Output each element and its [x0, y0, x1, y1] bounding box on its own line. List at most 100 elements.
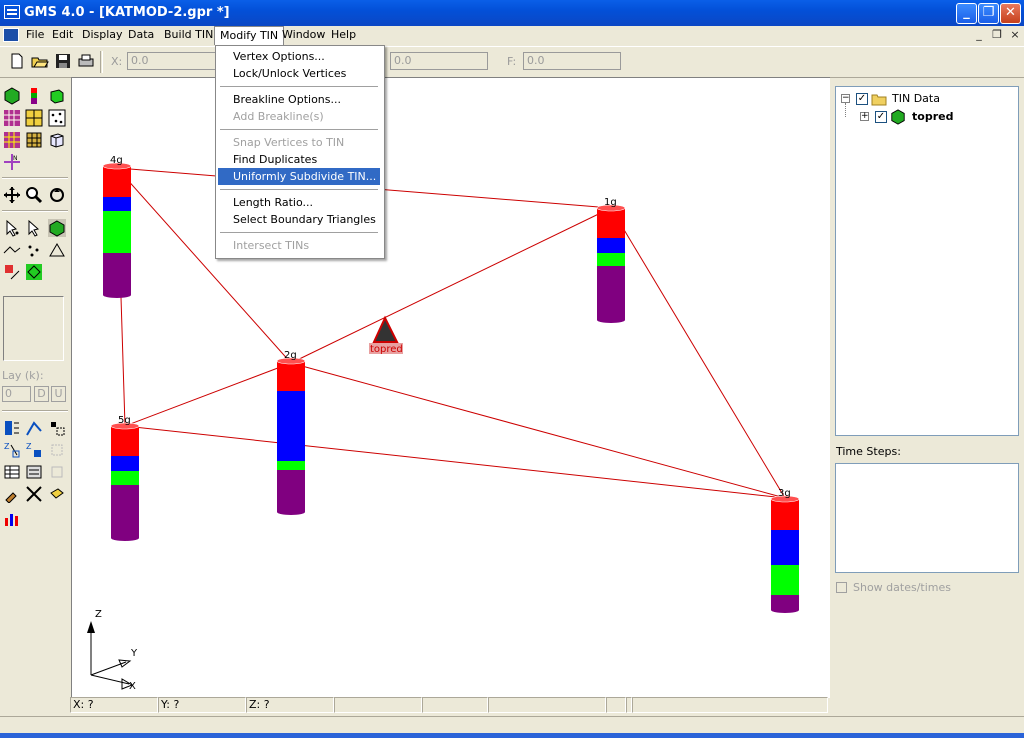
mdi-close-button[interactable]: ×	[1008, 29, 1022, 42]
map-module-icon[interactable]: N	[3, 153, 21, 171]
grid-3d-icon[interactable]	[25, 131, 43, 149]
menu-item-find-duplicates[interactable]: Find Duplicates	[218, 151, 380, 168]
create-triangle-icon[interactable]	[48, 241, 66, 259]
tin-view[interactable]: 4g 1g 2g 5g 3g topred Z Y X	[72, 78, 830, 698]
menu-help[interactable]: Help	[326, 26, 361, 44]
expand-icon[interactable]	[25, 485, 43, 503]
menu-item-length-ratio[interactable]: Length Ratio...	[218, 194, 380, 211]
app-icon[interactable]	[4, 5, 20, 19]
tree-checkbox-topred[interactable]: ✓	[875, 111, 887, 123]
select-vertices-icon[interactable]	[3, 219, 21, 237]
select-tin-icon[interactable]	[48, 219, 66, 237]
project-explorer[interactable]: − ✓ TIN Data + ✓ topred	[835, 86, 1019, 436]
z-coord-field[interactable]: 0.0	[390, 52, 488, 70]
borehole-tool-icon[interactable]	[3, 419, 21, 437]
menu-item-breakline-options[interactable]: Breakline Options...	[218, 91, 380, 108]
tin-module-icon[interactable]	[3, 87, 21, 105]
restore-button[interactable]: ❐	[978, 3, 999, 24]
tree-expander-root[interactable]: −	[841, 94, 850, 103]
status-field-6	[488, 697, 606, 713]
f-coord-field[interactable]: 0.0	[523, 52, 621, 70]
menu-item-select-boundary-triangles[interactable]: Select Boundary Triangles	[218, 211, 380, 228]
select-triangles-icon[interactable]	[25, 219, 43, 237]
window-title: GMS 4.0 - [KATMOD-2.gpr *]	[24, 5, 230, 20]
tree-checkbox-root[interactable]: ✓	[856, 93, 868, 105]
spreadsheet-icon[interactable]	[3, 463, 21, 481]
menu-item-vertex-options[interactable]: Vertex Options...	[218, 48, 380, 65]
layer-field[interactable]: 0	[2, 386, 31, 402]
menu-item-intersect-tins[interactable]: Intersect TINs	[218, 237, 380, 254]
cross-section-icon[interactable]	[25, 419, 43, 437]
status-z: Z: ?	[246, 697, 334, 713]
borehole-2g[interactable]: 2g	[276, 350, 306, 515]
menu-modify-tin[interactable]: Modify TIN	[214, 26, 285, 45]
brush-icon[interactable]	[3, 485, 21, 503]
properties-icon[interactable]	[25, 463, 43, 481]
sort-z-alt-icon[interactable]: Z	[25, 441, 43, 459]
grid-module-icon[interactable]	[25, 109, 43, 127]
save-icon[interactable]	[54, 52, 72, 70]
x-coord-field[interactable]: 0.0	[127, 52, 217, 70]
mdi-restore-button[interactable]: ❐	[990, 29, 1004, 42]
create-breakline-icon[interactable]	[3, 241, 21, 259]
graphics-window[interactable]: 4g 1g 2g 5g 3g topred Z Y X	[71, 77, 830, 698]
borehole-3g[interactable]: 3g	[770, 488, 800, 613]
menu-bar: File Edit Display Data Build TIN Modify …	[0, 26, 1024, 46]
new-file-icon[interactable]	[8, 52, 26, 70]
mesh-module-icon[interactable]	[3, 109, 21, 127]
tin-item-icon	[891, 109, 905, 125]
print-icon[interactable]	[77, 52, 95, 70]
tree-expander-topred[interactable]: +	[860, 112, 869, 121]
tree-item-tin-data[interactable]: TIN Data	[892, 92, 940, 105]
borehole-label-4g: 4g	[110, 155, 123, 166]
cube-icon[interactable]	[48, 131, 66, 149]
menu-build-tin[interactable]: Build TIN	[159, 26, 218, 44]
borehole-module-icon[interactable]	[25, 87, 43, 105]
close-button[interactable]: ✕	[1000, 3, 1021, 24]
rotate-icon[interactable]	[48, 186, 66, 204]
create-vertex-icon[interactable]	[25, 241, 43, 259]
axis-triad: Z Y X	[87, 609, 138, 692]
layer-down-button[interactable]: D	[34, 386, 49, 402]
tin-icon[interactable]: topred	[369, 315, 403, 355]
plot-icon[interactable]	[3, 510, 21, 528]
layer-up-button[interactable]: U	[51, 386, 66, 402]
borehole-1g[interactable]: 1g	[596, 197, 626, 323]
scatter-module-icon[interactable]	[48, 109, 66, 127]
contour-icon[interactable]	[3, 263, 21, 281]
tool-palette: N Lay (k): 0 D U Z Z	[0, 78, 70, 698]
fill-icon[interactable]	[48, 485, 66, 503]
status-bar: X: ? Y: ? Z: ?	[70, 697, 830, 713]
menu-display[interactable]: Display	[77, 26, 128, 44]
document-icon[interactable]	[3, 28, 19, 42]
select-contacts-icon[interactable]	[48, 419, 66, 437]
time-steps-list[interactable]	[835, 463, 1019, 573]
menu-item-add-breaklines[interactable]: Add Breakline(s)	[218, 108, 380, 125]
borehole-5g[interactable]: 5g	[110, 415, 140, 541]
solid-module-icon[interactable]	[48, 87, 66, 105]
minimize-button[interactable]: _	[956, 3, 977, 24]
modify-tin-menu: Vertex Options... Lock/Unlock Vertices B…	[215, 45, 385, 259]
mdi-minimize-button[interactable]: _	[972, 29, 986, 42]
menu-item-snap-vertices[interactable]: Snap Vertices to TIN	[218, 134, 380, 151]
disabled-tool-icon[interactable]	[48, 441, 66, 459]
disabled-tool-2-icon[interactable]	[48, 463, 66, 481]
zoom-icon[interactable]	[25, 186, 43, 204]
menu-item-uniformly-subdivide[interactable]: Uniformly Subdivide TIN...	[218, 168, 380, 185]
sort-z-icon[interactable]: Z	[3, 441, 21, 459]
show-dates-checkbox[interactable]	[836, 582, 847, 593]
menu-edit[interactable]: Edit	[47, 26, 78, 44]
title-bar: GMS 4.0 - [KATMOD-2.gpr *] _ ❐ ✕	[0, 0, 1024, 26]
menu-item-lock-unlock-vertices[interactable]: Lock/Unlock Vertices	[218, 65, 380, 82]
menu-window[interactable]: Window	[277, 26, 330, 44]
axis-z-label: Z	[95, 609, 102, 620]
menu-file[interactable]: File	[21, 26, 49, 44]
tree-item-topred[interactable]: topred	[912, 110, 953, 123]
mesh-3d-icon[interactable]	[3, 131, 21, 149]
borehole-label-1g: 1g	[604, 197, 617, 208]
edit-tin-icon[interactable]	[25, 263, 43, 281]
open-folder-icon[interactable]	[31, 52, 49, 70]
pan-icon[interactable]	[3, 186, 21, 204]
borehole-4g[interactable]: 4g	[102, 155, 132, 298]
menu-data[interactable]: Data	[123, 26, 159, 44]
